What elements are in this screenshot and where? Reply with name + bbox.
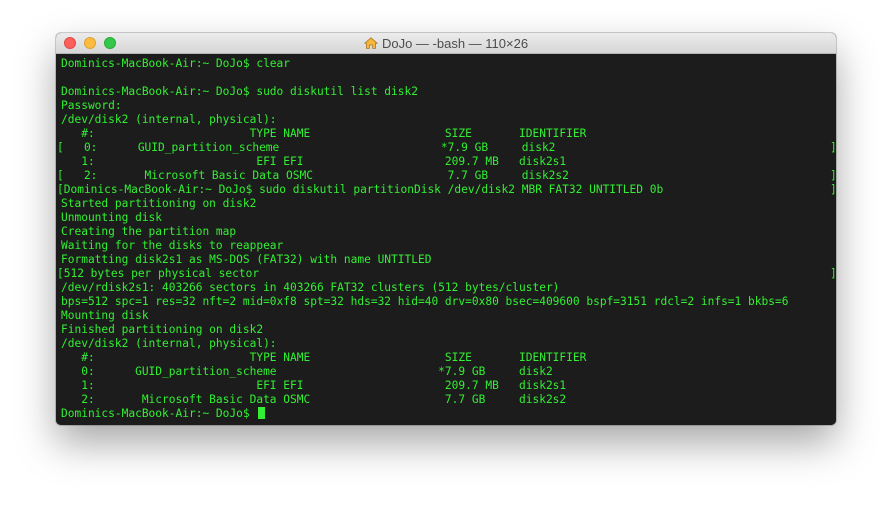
- terminal-line: /dev/disk2 (internal, physical):: [61, 113, 277, 126]
- terminal-line: Creating the partition map: [61, 225, 237, 238]
- terminal-line: bps=512 spc=1 res=32 nft=2 mid=0xf8 spt=…: [61, 295, 789, 308]
- terminal-line: [ 0: GUID_partition_scheme *7.9 GB disk2: [57, 141, 556, 154]
- bracket-mark: ]: [830, 169, 836, 183]
- terminal-line: 0: GUID_partition_scheme *7.9 GB disk2: [61, 365, 553, 378]
- terminal-line: [Dominics-MacBook-Air:~ DoJo$ sudo disku…: [57, 183, 664, 196]
- terminal-line: #: TYPE NAME SIZE IDENTIFIER: [61, 351, 587, 364]
- window-title: DoJo — -bash — 110×26: [381, 36, 529, 51]
- terminal-line: Mounting disk: [61, 309, 149, 322]
- terminal-line: 2: Microsoft Basic Data OSMC 7.7 GB disk…: [61, 393, 567, 406]
- text-cursor: [258, 407, 266, 419]
- bracket-mark: ]: [830, 183, 836, 197]
- terminal-line: /dev/rdisk2s1: 403266 sectors in 403266 …: [61, 281, 560, 294]
- terminal-line: Started partitioning on disk2: [61, 197, 257, 210]
- terminal-line: Dominics-MacBook-Air:~ DoJo$ sudo diskut…: [61, 85, 418, 98]
- title-bar[interactable]: DoJo — -bash — 110×26: [56, 33, 836, 54]
- window-title-container: DoJo — -bash — 110×26: [56, 33, 836, 54]
- terminal-output[interactable]: Dominics-MacBook-Air:~ DoJo$ clear Domin…: [56, 54, 836, 425]
- terminal-line: Password:: [61, 99, 122, 112]
- terminal-line: [ 2: Microsoft Basic Data OSMC 7.7 GB di…: [57, 169, 569, 182]
- terminal-prompt: Dominics-MacBook-Air:~ DoJo$: [61, 407, 257, 420]
- home-icon: [363, 34, 379, 49]
- terminal-prompt-line[interactable]: Dominics-MacBook-Air:~ DoJo$: [61, 407, 266, 421]
- terminal-line: Finished partitioning on disk2: [61, 323, 264, 336]
- terminal-line: 1: EFI EFI 209.7 MB disk2s1: [61, 379, 567, 392]
- bracket-mark: ]: [830, 267, 836, 281]
- terminal-line: /dev/disk2 (internal, physical):: [61, 337, 277, 350]
- terminal-line: 1: EFI EFI 209.7 MB disk2s1: [61, 155, 567, 168]
- terminal-line: #: TYPE NAME SIZE IDENTIFIER: [61, 127, 587, 140]
- terminal-line: Dominics-MacBook-Air:~ DoJo$ clear: [61, 57, 291, 70]
- terminal-line: [512 bytes per physical sector: [57, 267, 260, 280]
- bracket-mark: ]: [830, 141, 836, 155]
- terminal-line: Formatting disk2s1 as MS-DOS (FAT32) wit…: [61, 253, 432, 266]
- terminal-line: Waiting for the disks to reappear: [61, 239, 284, 252]
- terminal-line: Unmounting disk: [61, 211, 163, 224]
- terminal-window: DoJo — -bash — 110×26 Dominics-MacBook-A…: [56, 33, 836, 425]
